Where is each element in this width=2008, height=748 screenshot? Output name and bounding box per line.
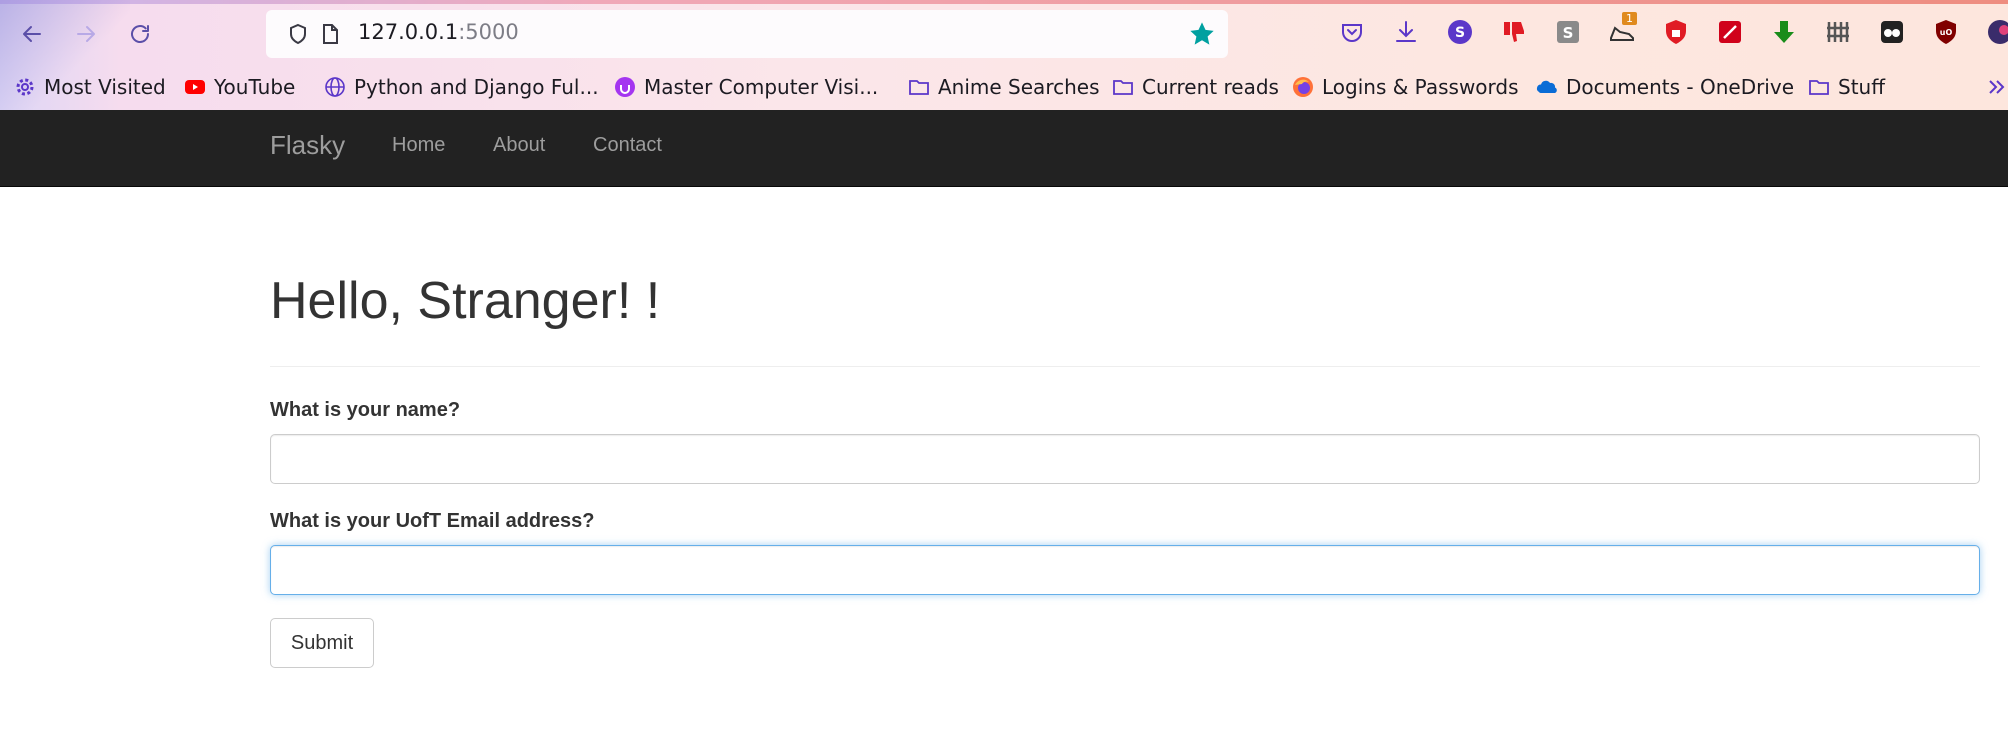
- shield-icon[interactable]: [286, 22, 310, 46]
- udemy-icon: [614, 76, 636, 98]
- bookmark-stuff[interactable]: Stuff: [1808, 70, 1885, 104]
- bookmark-youtube[interactable]: YouTube: [184, 70, 295, 104]
- svg-text:S: S: [1563, 24, 1574, 42]
- svg-text:uO: uO: [1940, 28, 1953, 37]
- green-download-extension-button[interactable]: [1770, 18, 1798, 46]
- s-extension-button[interactable]: S: [1446, 18, 1474, 46]
- back-button[interactable]: [12, 14, 52, 54]
- back-arrow-icon: [23, 26, 41, 42]
- bookmark-python-django[interactable]: Python and Django Ful...: [324, 70, 599, 104]
- firefox-icon: [1292, 76, 1314, 98]
- pocket-button[interactable]: [1338, 18, 1366, 46]
- bookmark-label: Logins & Passwords: [1322, 75, 1519, 99]
- forward-arrow-icon: [77, 26, 95, 42]
- navbar-brand[interactable]: Flasky: [270, 130, 345, 161]
- reload-button[interactable]: [120, 14, 160, 54]
- download-icon: [1396, 21, 1416, 42]
- bookmarks-overflow-button[interactable]: [1986, 70, 2008, 104]
- downloads-button[interactable]: [1392, 18, 1420, 46]
- nav-link-home[interactable]: Home: [392, 134, 445, 157]
- globe-icon: [324, 76, 346, 98]
- ublock-extension-button[interactable]: uO: [1932, 18, 1960, 46]
- red-shield-icon: [1666, 20, 1686, 44]
- dislike-extension-button[interactable]: [1500, 18, 1528, 46]
- green-arrow-down-icon: [1774, 21, 1794, 43]
- email-input[interactable]: [270, 545, 1980, 595]
- name-label: What is your name?: [270, 399, 461, 421]
- url-port: :5000: [458, 20, 519, 44]
- bookmark-master-computer-vision[interactable]: Master Computer Visi...: [614, 70, 878, 104]
- bookmark-star-icon[interactable]: [1188, 20, 1216, 48]
- bookmark-label: Master Computer Visi...: [644, 75, 879, 99]
- forward-button[interactable]: [66, 14, 106, 54]
- page-info-icon[interactable]: [318, 22, 342, 46]
- bookmark-label: YouTube: [214, 75, 296, 99]
- bookmark-anime-searches[interactable]: Anime Searches: [908, 70, 1100, 104]
- reload-icon: [131, 25, 149, 43]
- chevron-double-right-icon: [1986, 76, 2008, 98]
- address-bar[interactable]: 127.0.0.1:5000: [266, 10, 1228, 58]
- s-gray-extension-button[interactable]: S: [1554, 18, 1582, 46]
- extension-badge: 1: [1622, 12, 1637, 25]
- page-title: Hello, Stranger! !: [270, 272, 661, 330]
- navbar: Flasky Home About Contact: [0, 110, 2008, 187]
- page-header: Hello, Stranger! !: [270, 275, 1980, 367]
- bookmark-logins-passwords[interactable]: Logins & Passwords: [1292, 70, 1519, 104]
- bookmark-most-visited[interactable]: Most Visited: [14, 70, 166, 104]
- shield-extension-button[interactable]: [1662, 18, 1690, 46]
- ublock-icon: uO: [1936, 20, 1956, 44]
- wand-icon: [1719, 21, 1741, 43]
- glasses-icon: [1881, 21, 1903, 43]
- pocket-icon: [1342, 24, 1362, 42]
- url-text[interactable]: 127.0.0.1:5000: [358, 20, 519, 44]
- folder-icon: [908, 76, 930, 98]
- fence-icon: [1827, 22, 1849, 42]
- grid-extension-button[interactable]: [1824, 18, 1852, 46]
- account-button[interactable]: [1986, 18, 2008, 46]
- wand-extension-button[interactable]: [1716, 18, 1744, 46]
- bookmarks-toolbar: Most Visited YouTube Python and Django F…: [0, 70, 2008, 104]
- bookmark-current-reads[interactable]: Current reads: [1112, 70, 1279, 104]
- s-circle-icon: S: [1448, 20, 1472, 44]
- onedrive-icon: [1536, 76, 1558, 98]
- bookmark-documents-onedrive[interactable]: Documents - OneDrive: [1536, 70, 1794, 104]
- nav-link-about[interactable]: About: [493, 134, 545, 157]
- bookmark-label: Current reads: [1142, 75, 1279, 99]
- folder-icon: [1808, 76, 1830, 98]
- submit-button[interactable]: Submit: [270, 618, 374, 668]
- bookmark-label: Anime Searches: [938, 75, 1100, 99]
- s-square-icon: S: [1557, 21, 1579, 43]
- name-input[interactable]: [270, 434, 1980, 484]
- avatar-icon: [1988, 20, 2008, 44]
- bookmark-label: Most Visited: [44, 75, 166, 99]
- bookmark-label: Documents - OneDrive: [1566, 75, 1795, 99]
- youtube-icon: [184, 76, 206, 98]
- folder-icon: [1112, 76, 1134, 98]
- bookmark-label: Stuff: [1838, 75, 1885, 99]
- bookmark-label: Python and Django Ful...: [354, 75, 599, 99]
- svg-text:S: S: [1455, 25, 1465, 41]
- email-label: What is your UofT Email address?: [270, 510, 595, 532]
- nav-link-contact[interactable]: Contact: [593, 134, 662, 157]
- shoe-extension-button[interactable]: 1: [1608, 12, 1637, 46]
- thumbs-down-icon: [1504, 22, 1524, 42]
- url-host: 127.0.0.1: [358, 20, 459, 44]
- glasses-extension-button[interactable]: [1878, 18, 1906, 46]
- gear-icon: [14, 76, 36, 98]
- browser-toolbar: 127.0.0.1:5000 S S 1 uO Most Visited You…: [0, 0, 2008, 110]
